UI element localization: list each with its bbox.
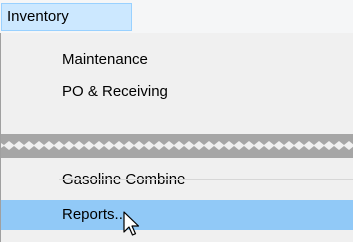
- inventory-dropdown-menu: Maintenance PO & Receiving Gasoline Comb…: [0, 33, 353, 242]
- menu-item-label: Maintenance: [62, 51, 148, 68]
- menu-separator: [59, 179, 353, 180]
- menu-item-gasoline-combine[interactable]: Gasoline Combine: [1, 165, 353, 195]
- arrow-cursor-icon: [123, 211, 140, 236]
- menu-item-label: PO & Receiving: [62, 83, 168, 100]
- menu-item-reports[interactable]: Reports...: [1, 200, 353, 230]
- torn-edge-divider: [1, 134, 353, 158]
- menu-bar: Inventory: [0, 0, 353, 34]
- menu-item-po-receiving[interactable]: PO & Receiving: [1, 77, 353, 107]
- menu-item-maintenance[interactable]: Maintenance: [1, 45, 353, 75]
- menu-item-label: Reports...: [62, 206, 128, 223]
- menu-inventory[interactable]: Inventory: [1, 3, 132, 31]
